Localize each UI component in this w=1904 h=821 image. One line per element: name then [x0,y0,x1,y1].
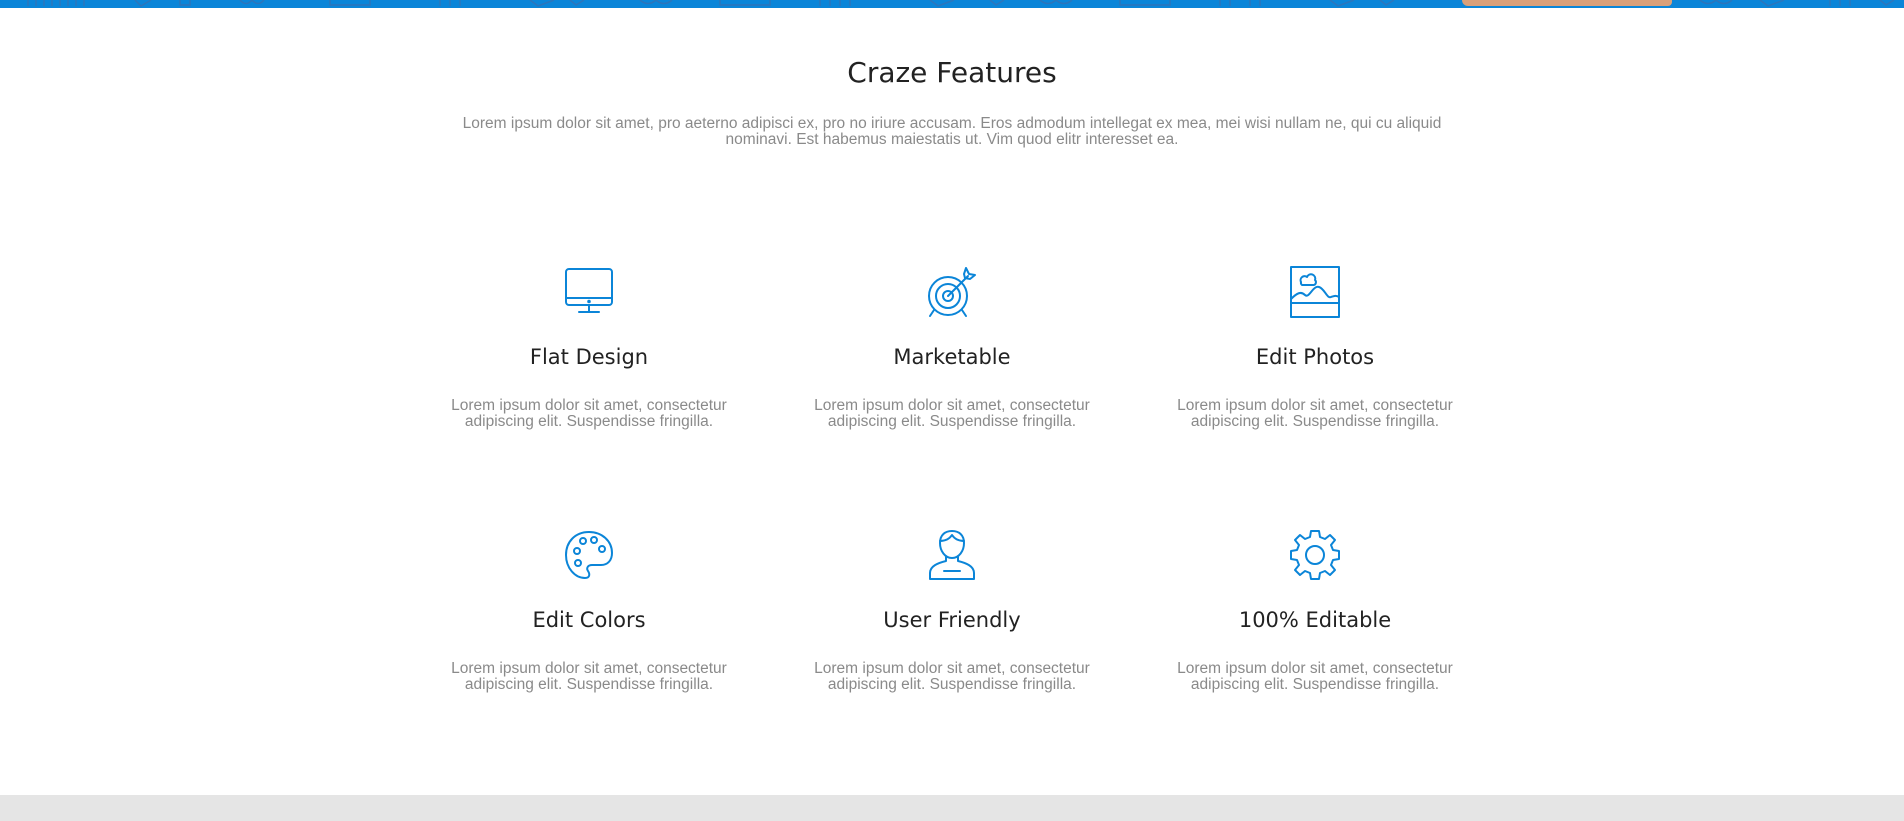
feature-title: Flat Design [529,345,649,369]
feature-title: Edit Colors [532,608,646,632]
feature-user-friendly: User Friendly Lorem ipsum dolor sit amet… [802,529,1102,693]
section-title: Craze Features [847,56,1057,89]
feature-title: Marketable [893,345,1011,369]
feature-text: Lorem ipsum dolor sit amet, consectetur … [1177,660,1453,693]
feature-edit-photos: Edit Photos Lorem ipsum dolor sit amet, … [1165,266,1465,430]
feature-flat-design: Flat Design Lorem ipsum dolor sit amet, … [439,266,739,430]
feature-text: Lorem ipsum dolor sit amet, consectetur … [814,660,1090,693]
feature-title: Edit Photos [1255,345,1375,369]
feature-title: 100% Editable [1238,608,1392,632]
palette-icon [563,529,615,581]
image-icon [1289,266,1341,318]
hero-hand-image [1462,0,1672,6]
feature-edit-colors: Edit Colors Lorem ipsum dolor sit amet, … [439,529,739,693]
feature-text: Lorem ipsum dolor sit amet, consectetur … [1177,397,1453,430]
user-icon [926,529,978,581]
feature-title: User Friendly [883,608,1021,632]
feature-text: Lorem ipsum dolor sit amet, consectetur … [451,397,727,430]
feature-text: Lorem ipsum dolor sit amet, consectetur … [451,660,727,693]
next-section-band [0,795,1904,821]
gear-icon [1289,529,1341,581]
monitor-icon [563,266,615,318]
hero-bottom-strip [0,0,1904,8]
feature-editable: 100% Editable Lorem ipsum dolor sit amet… [1165,529,1465,693]
feature-text: Lorem ipsum dolor sit amet, consectetur … [814,397,1090,430]
feature-marketable: Marketable Lorem ipsum dolor sit amet, c… [802,266,1102,430]
target-icon [926,266,978,318]
section-description: Lorem ipsum dolor sit amet, pro aeterno … [462,115,1442,148]
